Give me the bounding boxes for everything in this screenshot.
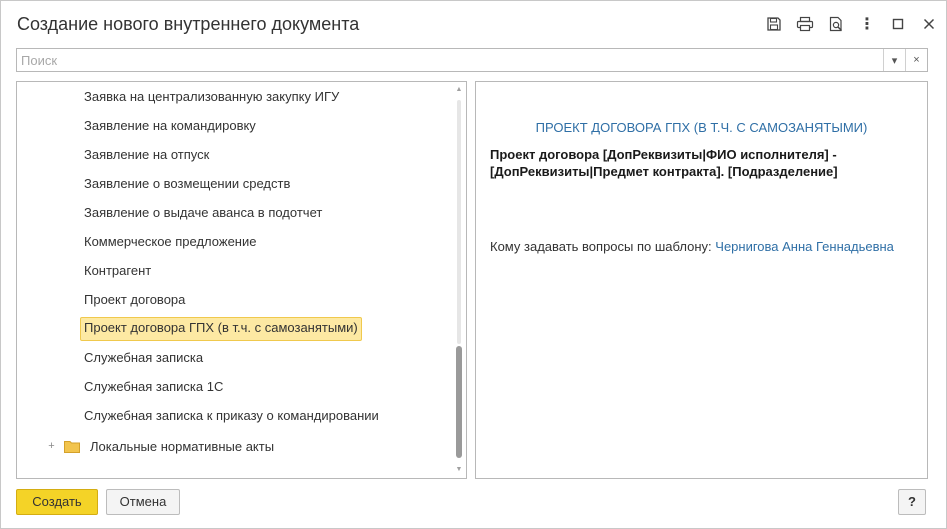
- help-button[interactable]: ?: [898, 489, 926, 515]
- scroll-track[interactable]: [457, 100, 461, 344]
- tree-folder-label: Локальные нормативные акты: [90, 438, 275, 454]
- print-icon[interactable]: [794, 13, 816, 35]
- tree-item-selected[interactable]: Проект договора ГПХ (в т.ч. с самозаняты…: [80, 317, 362, 341]
- preview-heading: ПРОЕКТ ДОГОВОРА ГПХ (В Т.Ч. С САМОЗАНЯТЫ…: [535, 120, 868, 135]
- dialog-window: Создание нового внутреннего документа ⋮ …: [0, 0, 947, 529]
- scroll-down-icon[interactable]: ▼: [455, 466, 463, 474]
- tree-item[interactable]: Служебная записка 1С: [84, 376, 223, 398]
- search-box: ▾ ×: [16, 48, 928, 72]
- search-input[interactable]: [17, 49, 881, 71]
- tree-item[interactable]: Контрагент: [84, 260, 151, 282]
- save-icon[interactable]: [763, 13, 785, 35]
- more-icon[interactable]: ⋮: [856, 13, 878, 35]
- template-preview: ПРОЕКТ ДОГОВОРА ГПХ (В Т.Ч. С САМОЗАНЯТЫ…: [475, 81, 928, 479]
- folder-icon: [64, 440, 80, 453]
- tree-item[interactable]: Заявление на отпуск: [84, 144, 209, 166]
- preview-questions: Кому задавать вопросы по шаблону: Черниг…: [490, 239, 894, 254]
- maximize-icon[interactable]: [887, 13, 909, 35]
- tree-item[interactable]: Заявление о возмещении средств: [84, 173, 290, 195]
- window-title: Создание нового внутреннего документа: [17, 14, 360, 34]
- cancel-button[interactable]: Отмена: [106, 489, 180, 515]
- template-tree: Заявка на централизованную закупку ИГУ З…: [16, 81, 467, 479]
- questions-contact-link[interactable]: Чернигова Анна Геннадьевна: [715, 239, 894, 254]
- title-bar-actions: ⋮: [754, 13, 940, 35]
- tree-folder[interactable]: + Локальные нормативные акты: [47, 435, 274, 457]
- preview-description: Проект договора [ДопРеквизиты|ФИО исполн…: [490, 147, 838, 179]
- preview-icon[interactable]: [825, 13, 847, 35]
- tree-item[interactable]: Коммерческое предложение: [84, 231, 256, 253]
- clear-icon[interactable]: ×: [905, 49, 927, 71]
- tree-item[interactable]: Заявление на командировку: [84, 115, 256, 137]
- tree-scrollbar[interactable]: ▲ ▼: [454, 84, 464, 476]
- chevron-down-icon[interactable]: ▾: [883, 49, 905, 71]
- expand-icon[interactable]: +: [47, 440, 56, 451]
- create-button[interactable]: Создать: [16, 489, 98, 515]
- tree-item[interactable]: Заявление о выдаче аванса в подотчет: [84, 202, 322, 224]
- scroll-up-icon[interactable]: ▲: [455, 86, 463, 94]
- scroll-thumb[interactable]: [456, 346, 462, 458]
- title-bar: Создание нового внутреннего документа ⋮: [1, 1, 946, 45]
- tree-item[interactable]: Заявка на централизованную закупку ИГУ: [84, 86, 339, 108]
- tree-item[interactable]: Служебная записка к приказу о командиров…: [84, 405, 379, 427]
- tree-item[interactable]: Проект договора: [84, 289, 185, 311]
- close-icon[interactable]: [918, 13, 940, 35]
- questions-label: Кому задавать вопросы по шаблону:: [490, 239, 712, 254]
- tree-item[interactable]: Служебная записка: [84, 347, 203, 369]
